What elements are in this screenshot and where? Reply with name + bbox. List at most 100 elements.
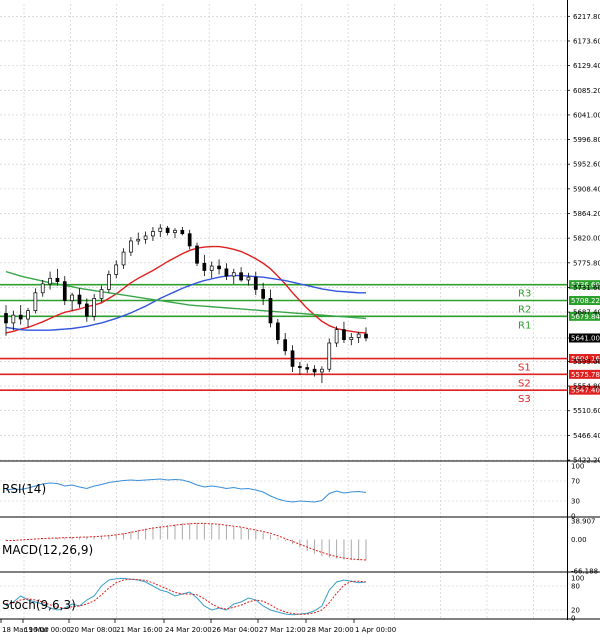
price-tick-label: 5996.80 — [573, 136, 600, 144]
bull-candle — [334, 329, 339, 344]
macd-tick-label: 0.00 — [571, 536, 587, 544]
stoch-tick-label: 20 — [571, 607, 580, 615]
panel-borders — [0, 0, 600, 620]
bear-candle — [165, 227, 170, 233]
time-tick-label: 21 Mar 16:00 — [116, 626, 163, 634]
bear-candle — [268, 298, 273, 324]
bear-candle — [283, 339, 288, 352]
price-tick-label: 6085.20 — [573, 87, 600, 95]
support-s2-label: S2 — [518, 378, 531, 389]
bear-candle — [217, 265, 221, 270]
time-tick-label: 24 Mar 20:00 — [165, 626, 212, 634]
stoch-tick-label: 80 — [571, 583, 580, 591]
time-axis: 18 Mar 16:0019 Mar 00:00 20 Mar 08:00 21 M… — [0, 619, 396, 634]
stoch-tick-label: 0 — [571, 615, 575, 623]
rsi-line — [5, 478, 367, 503]
time-tick-label: 27 Mar 12:00 — [259, 626, 306, 634]
bull-candle — [151, 231, 155, 237]
bull-candle — [48, 277, 52, 285]
price-tick-label: 5510.60 — [573, 407, 600, 415]
macd-label: MACD(12,26,9) — [2, 543, 93, 557]
time-tick-label: 20 Mar 08:00 — [70, 626, 117, 634]
bear-candle — [253, 276, 258, 290]
bear-candle — [224, 268, 229, 277]
moving-average-line — [5, 270, 367, 320]
support-resistance-lines: R15679.84R25708.22R35736.60S15604.16S255… — [0, 280, 600, 405]
rsi-tick-label: 100 — [571, 463, 584, 471]
bear-candle — [261, 289, 265, 299]
bear-candle — [77, 294, 82, 305]
bull-candle — [143, 235, 148, 240]
trading-chart: R15679.84R25708.22R35736.60S15604.16S255… — [0, 0, 600, 634]
price-tick-label: 5599.00 — [573, 358, 600, 366]
bull-candle — [129, 240, 133, 253]
bull-candle — [173, 230, 177, 233]
price-tick-label: 5687.40 — [573, 309, 600, 317]
resistance-r2-label: R2 — [518, 304, 531, 315]
bear-candle — [4, 313, 8, 324]
support-s2-tag: 5575.78 — [571, 371, 600, 379]
support-s3-label: S3 — [518, 394, 531, 405]
bear-candle — [84, 303, 89, 317]
price-tick-label: 6129.40 — [573, 62, 600, 70]
bull-candle — [33, 292, 38, 312]
bull-candle — [70, 294, 74, 301]
price-tick-label: 5908.40 — [573, 185, 600, 193]
bull-candle — [107, 274, 111, 290]
bull-candle — [26, 310, 30, 320]
bull-candle — [92, 298, 97, 317]
bear-candle — [239, 272, 243, 281]
current-price-tag: 5641.00 — [571, 334, 600, 342]
bear-candle — [18, 314, 23, 320]
bull-candle — [40, 283, 45, 294]
bull-candle — [136, 238, 141, 242]
price-tick-label: 5864.20 — [573, 210, 600, 218]
bear-candle — [195, 245, 199, 264]
bear-candle — [290, 350, 295, 367]
bull-candle — [327, 342, 332, 370]
bear-candle — [55, 277, 60, 283]
price-tick-label: 5952.60 — [573, 161, 600, 169]
resistance-r3-label: R3 — [518, 289, 531, 300]
bull-candle — [356, 333, 361, 338]
moving-average-line — [5, 274, 366, 331]
time-tick-label: 1 Apr 00:00 — [355, 626, 396, 634]
time-tick-label: 26 Mar 04:00 — [212, 626, 259, 634]
resistance-r1-label: R1 — [518, 320, 531, 331]
price-tick-label: 5775.80 — [573, 259, 600, 267]
macd-tick-label: 38.907 — [571, 518, 596, 526]
bull-candle — [99, 289, 104, 299]
price-tick-label: 5554.80 — [573, 383, 600, 391]
bull-candle — [246, 276, 251, 281]
price-tick-label: 5731.60 — [573, 284, 600, 292]
price-tick-label: 5820.00 — [573, 235, 600, 243]
bear-candle — [342, 329, 346, 341]
bull-candle — [231, 272, 236, 277]
stoch-label: Stoch(9,6,3) — [2, 598, 76, 612]
bull-candle — [349, 337, 354, 341]
bull-candle — [209, 265, 214, 271]
price-tick-label: 5466.40 — [573, 432, 600, 440]
bull-candle — [320, 368, 324, 373]
bear-candle — [202, 262, 207, 271]
bull-candle — [158, 227, 163, 232]
support-s1-label: S1 — [518, 363, 531, 374]
rsi-label: RSI(14) — [2, 482, 46, 496]
time-tick-label: 19 Mar 00:00 — [24, 626, 71, 634]
bear-candle — [180, 230, 185, 235]
time-tick-label: 28 Mar 20:00 — [307, 626, 354, 634]
bear-candle — [364, 333, 368, 339]
bear-candle — [275, 322, 280, 341]
moving-averages — [5, 245, 367, 334]
resistance-r2-tag: 5708.22 — [571, 297, 600, 305]
rsi-tick-label: 70 — [571, 478, 580, 486]
bear-candle — [305, 367, 310, 370]
bull-candle — [114, 264, 119, 275]
moving-average-line — [5, 245, 367, 334]
bear-candle — [62, 281, 67, 301]
bear-candle — [298, 366, 302, 368]
indicator-plots: RSI(14) MACD(12,26,9) Stoch(9,6,3) — [0, 478, 567, 616]
price-tick-label: 6173.60 — [573, 37, 600, 45]
price-tick-label: 6041.00 — [573, 111, 600, 119]
bear-candle — [187, 233, 192, 247]
